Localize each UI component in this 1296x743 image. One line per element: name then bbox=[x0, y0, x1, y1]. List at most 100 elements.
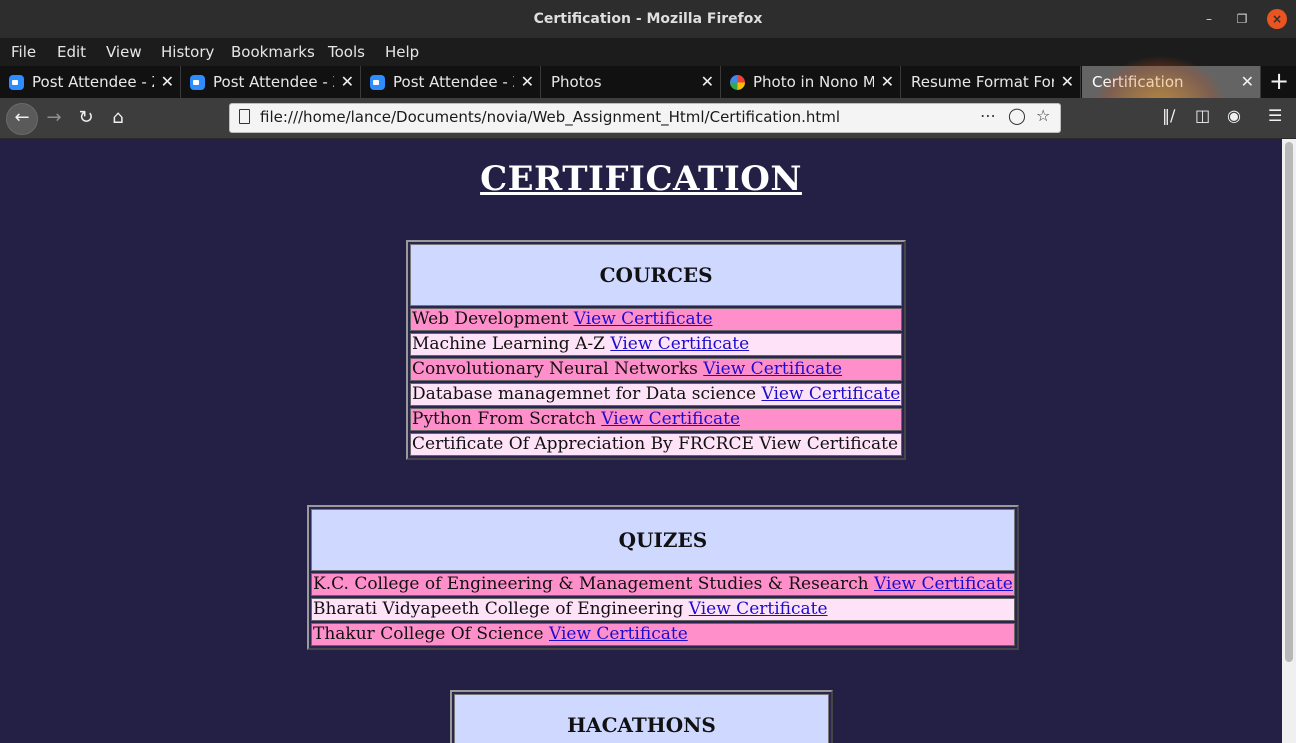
new-tab-icon[interactable]: + bbox=[1266, 66, 1292, 98]
menu-help[interactable]: Help bbox=[385, 43, 419, 61]
tab-label: Post Attendee - Zoom bbox=[32, 73, 154, 91]
course-cell: Convolutionary Neural Networks View Cert… bbox=[410, 358, 903, 381]
close-window-icon[interactable]: × bbox=[1267, 9, 1287, 29]
close-tab-icon[interactable]: ✕ bbox=[341, 66, 354, 98]
hackathons-table: HACATHONS bbox=[450, 690, 833, 743]
course-name: Web Development bbox=[412, 309, 569, 329]
quiz-cell: Thakur College Of Science View Certifica… bbox=[311, 623, 1015, 646]
menu-file[interactable]: File bbox=[11, 43, 36, 61]
table-row: Convolutionary Neural Networks View Cert… bbox=[410, 358, 903, 381]
courses-header: COURCES bbox=[410, 244, 903, 306]
forward-arrow-icon[interactable]: → bbox=[40, 104, 68, 132]
course-name: Python From Scratch bbox=[412, 409, 596, 429]
table-row: Database managemnet for Data science Vie… bbox=[410, 383, 903, 406]
tab-label: Certification bbox=[1092, 73, 1184, 91]
navigation-toolbar: ← → ↻ ⌂ file:///home/lance/Documents/nov… bbox=[0, 98, 1296, 139]
course-cell: Web Development View Certificate bbox=[410, 308, 903, 331]
library-icon[interactable]: ‖∕ bbox=[1162, 106, 1175, 125]
tab-label: Post Attendee - Zoom bbox=[213, 73, 334, 91]
window-titlebar: Certification - Mozilla Firefox – ❐ × bbox=[0, 0, 1296, 39]
back-arrow-icon[interactable]: ← bbox=[6, 103, 38, 135]
sidebar-icon[interactable]: ◫ bbox=[1195, 106, 1210, 125]
tab-label: Photo in Nono Mor bbox=[753, 73, 874, 91]
close-tab-icon[interactable]: ✕ bbox=[1241, 66, 1254, 98]
google-photos-icon bbox=[730, 75, 745, 90]
view-certificate-link[interactable]: View Certificate bbox=[549, 624, 688, 644]
course-cell: Database managemnet for Data science Vie… bbox=[410, 383, 903, 406]
url-text[interactable]: file:///home/lance/Documents/novia/Web_A… bbox=[260, 108, 840, 126]
course-cell: Python From Scratch View Certificate bbox=[410, 408, 903, 431]
menu-tools[interactable]: Tools bbox=[328, 43, 365, 61]
table-row: Python From Scratch View Certificate bbox=[410, 408, 903, 431]
tab-photos[interactable]: Photos ✕ bbox=[541, 66, 721, 98]
zoom-icon bbox=[9, 75, 24, 90]
view-certificate-link[interactable]: View Certificate bbox=[601, 409, 740, 429]
course-name: Database managemnet for Data science bbox=[412, 384, 757, 404]
table-row: K.C. College of Engineering & Management… bbox=[311, 573, 1015, 596]
table-row: Thakur College Of Science View Certifica… bbox=[311, 623, 1015, 646]
table-row: Web Development View Certificate bbox=[410, 308, 903, 331]
quiz-name: Bharati Vidyapeeth College of Engineerin… bbox=[313, 599, 684, 619]
tab-post-attendee-3[interactable]: Post Attendee - Zoom ✕ bbox=[361, 66, 541, 98]
tab-post-attendee-2[interactable]: Post Attendee - Zoom ✕ bbox=[181, 66, 361, 98]
page-actions-icon[interactable]: ⋯ bbox=[980, 106, 996, 125]
view-certificate-link[interactable]: View Certificate bbox=[689, 599, 828, 619]
view-certificate-link[interactable]: View Certificate bbox=[703, 359, 842, 379]
quizes-table: QUIZES K.C. College of Engineering & Man… bbox=[307, 505, 1019, 650]
home-icon[interactable]: ⌂ bbox=[104, 104, 132, 132]
course-cell: Certificate Of Appreciation By FRCRCE Vi… bbox=[410, 433, 903, 456]
menu-bookmarks[interactable]: Bookmarks bbox=[231, 43, 315, 61]
course-name: Machine Learning A-Z bbox=[412, 334, 605, 354]
account-icon[interactable]: ◉ bbox=[1227, 106, 1241, 125]
page-title: CERTIFICATION bbox=[480, 159, 802, 199]
tab-post-attendee-1[interactable]: Post Attendee - Zoom ✕ bbox=[0, 66, 181, 98]
view-certificate-text: View Certificate bbox=[759, 434, 899, 454]
tab-certification[interactable]: Certification ✕ bbox=[1082, 66, 1261, 98]
view-certificate-link[interactable]: View Certificate bbox=[874, 574, 1013, 594]
view-certificate-link[interactable]: View Certificate bbox=[574, 309, 713, 329]
reload-icon[interactable]: ↻ bbox=[72, 104, 100, 132]
menu-view[interactable]: View bbox=[106, 43, 142, 61]
close-tab-icon[interactable]: ✕ bbox=[701, 66, 714, 98]
tab-photo-in-nono[interactable]: Photo in Nono Mor ✕ bbox=[721, 66, 901, 98]
maximize-icon[interactable]: ❐ bbox=[1232, 9, 1252, 29]
tab-label: Resume Format For bbox=[911, 73, 1054, 91]
page-icon bbox=[239, 109, 250, 124]
close-tab-icon[interactable]: ✕ bbox=[161, 66, 174, 98]
table-row: Bharati Vidyapeeth College of Engineerin… bbox=[311, 598, 1015, 621]
pocket-icon[interactable]: ◯ bbox=[1008, 106, 1026, 125]
quizes-header: QUIZES bbox=[311, 509, 1015, 571]
quiz-name: Thakur College Of Science bbox=[313, 624, 544, 644]
tab-label: Post Attendee - Zoom bbox=[393, 73, 514, 91]
bookmark-star-icon[interactable]: ☆ bbox=[1036, 106, 1050, 125]
zoom-icon bbox=[370, 75, 385, 90]
address-bar[interactable]: file:///home/lance/Documents/novia/Web_A… bbox=[229, 103, 1061, 133]
tab-label: Photos bbox=[551, 73, 602, 91]
tab-strip: Post Attendee - Zoom ✕ Post Attendee - Z… bbox=[0, 66, 1296, 98]
menu-edit[interactable]: Edit bbox=[57, 43, 86, 61]
close-tab-icon[interactable]: ✕ bbox=[881, 66, 894, 98]
view-certificate-link[interactable]: View Certificate bbox=[610, 334, 749, 354]
minimize-icon[interactable]: – bbox=[1199, 9, 1219, 29]
hackathons-header: HACATHONS bbox=[454, 694, 829, 743]
course-name: Convolutionary Neural Networks bbox=[412, 359, 698, 379]
course-cell: Machine Learning A-Z View Certificate bbox=[410, 333, 903, 356]
quiz-name: K.C. College of Engineering & Management… bbox=[313, 574, 869, 594]
quiz-cell: Bharati Vidyapeeth College of Engineerin… bbox=[311, 598, 1015, 621]
close-tab-icon[interactable]: ✕ bbox=[1061, 66, 1074, 98]
page-viewport: CERTIFICATION COURCES Web Development Vi… bbox=[0, 139, 1282, 743]
view-certificate-link[interactable]: View Certificate bbox=[761, 384, 900, 404]
course-name: Certificate Of Appreciation By FRCRCE bbox=[412, 434, 754, 454]
tab-resume-format[interactable]: Resume Format For ✕ bbox=[901, 66, 1081, 98]
table-row: Certificate Of Appreciation By FRCRCE Vi… bbox=[410, 433, 903, 456]
window-title: Certification - Mozilla Firefox bbox=[533, 11, 763, 27]
hamburger-menu-icon[interactable]: ☰ bbox=[1268, 106, 1282, 125]
courses-table: COURCES Web Development View Certificate… bbox=[406, 240, 907, 460]
table-row: Machine Learning A-Z View Certificate bbox=[410, 333, 903, 356]
scrollbar-thumb[interactable] bbox=[1285, 142, 1293, 662]
vertical-scrollbar[interactable] bbox=[1282, 139, 1296, 743]
menu-history[interactable]: History bbox=[161, 43, 214, 61]
close-tab-icon[interactable]: ✕ bbox=[521, 66, 534, 98]
zoom-icon bbox=[190, 75, 205, 90]
quiz-cell: K.C. College of Engineering & Management… bbox=[311, 573, 1015, 596]
